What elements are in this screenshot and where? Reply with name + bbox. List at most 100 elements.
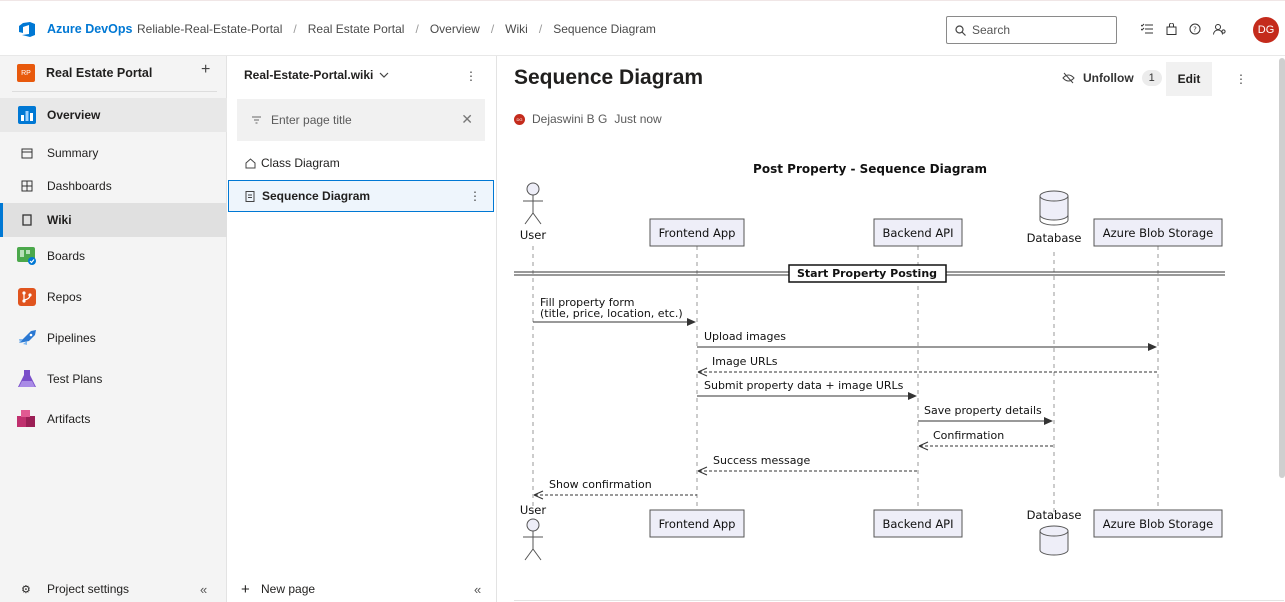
unfollow-label: Unfollow [1083,71,1134,85]
wiki-icon [17,210,37,230]
sidebar-item-label: Boards [47,249,86,263]
tree-item-label: Class Diagram [261,156,340,170]
breadcrumb-project[interactable]: Real Estate Portal [308,22,405,36]
author-name[interactable]: Dejaswini B G [532,112,607,126]
sidebar-item-label: Overview [47,108,101,122]
brand-link[interactable]: Azure DevOps [47,22,132,36]
edit-button[interactable]: Edit [1166,62,1212,96]
plus-icon[interactable]: + [241,581,250,598]
breadcrumb-separator: / [490,22,495,36]
filter-icon [252,116,261,124]
message-fill-property-form: Fill property form (title, price, locati… [533,296,696,326]
divider-start-property-posting: Start Property Posting [514,264,1225,283]
sidebar-item-repos[interactable]: Repos [0,280,227,314]
svg-text:Image URLs: Image URLs [712,355,778,368]
svg-text:Upload images: Upload images [704,330,786,343]
wiki-tree-pane: Real-Estate-Portal.wiki ⋮ Enter page tit… [228,56,497,602]
user-avatar[interactable]: DG [1253,17,1279,43]
participant-database-bottom: Database [1027,508,1082,556]
search-icon [955,24,966,36]
svg-text:User: User [520,503,546,517]
sidebar-item-summary[interactable]: Summary [0,136,227,170]
breadcrumb-overview[interactable]: Overview [430,22,480,36]
breadcrumb-separator: / [538,22,543,36]
svg-text:Backend API: Backend API [882,226,953,240]
project-sidebar: RP Real Estate Portal + Overview Summary… [0,56,227,602]
unfollow-button[interactable]: Unfollow 1 [1062,70,1162,86]
pipelines-icon [17,328,37,348]
participant-frontend-app-top: Frontend App [649,218,745,247]
search-box[interactable]: Search [946,16,1117,44]
breadcrumb: Reliable-Real-Estate-Portal / Real Estat… [137,22,656,36]
follower-count: 1 [1141,70,1162,86]
breadcrumb-separator: / [293,22,297,36]
page-filter-input[interactable]: Enter page title ✕ [237,99,485,141]
project-settings-row: ⚙ Project settings « [0,576,227,602]
sidebar-item-boards[interactable]: Boards [0,239,227,273]
marketplace-bag-icon[interactable] [1164,21,1178,37]
sidebar-item-dashboards[interactable]: Dashboards [0,169,227,203]
sidebar-item-overview[interactable]: Overview [0,98,227,132]
author-avatar: DG [514,113,525,125]
unfollow-icon [1062,72,1075,84]
task-list-icon[interactable] [1140,21,1154,37]
sidebar-item-label: Test Plans [47,372,103,386]
participant-frontend-app-bottom: Frontend App [649,509,745,538]
svg-text:(title, price, location, etc.): (title, price, location, etc.) [540,307,683,320]
user-settings-icon[interactable] [1212,21,1226,37]
gear-icon[interactable]: ⚙ [21,583,31,596]
svg-text:?: ? [1193,26,1197,34]
svg-text:Backend API: Backend API [882,517,953,531]
sidebar-item-label: Wiki [47,213,72,227]
wiki-content: Sequence Diagram Unfollow 1 Edit ⋮ DG De… [497,56,1285,602]
sidebar-item-label: Artifacts [47,412,91,426]
azure-devops-logo-icon[interactable] [19,22,35,37]
svg-text:Frontend App: Frontend App [659,226,736,240]
project-badge: RP [17,64,35,82]
message-success-message: Success message [697,454,918,476]
collapse-sidebar-icon[interactable]: « [200,582,207,597]
page-title: Sequence Diagram [514,66,704,89]
participant-backend-api-bottom: Backend API [873,509,963,538]
wiki-selector[interactable]: Real-Estate-Portal.wiki [244,68,389,82]
tree-item-sequence-diagram[interactable]: Sequence Diagram ⋮ [228,180,494,212]
author-line: DG Dejaswini B G Just now [514,112,662,126]
project-settings-link[interactable]: Project settings [47,582,129,596]
collapse-tree-icon[interactable]: « [474,582,481,597]
tree-item-more-icon[interactable]: ⋮ [469,189,481,203]
participant-user-top: User [520,182,546,242]
wiki-more-icon[interactable]: ⋮ [465,69,477,83]
tree-item-class-diagram[interactable]: Class Diagram [228,147,494,179]
sidebar-item-wiki[interactable]: Wiki [0,203,227,237]
breadcrumb-organization[interactable]: Reliable-Real-Estate-Portal [137,22,282,36]
breadcrumb-page[interactable]: Sequence Diagram [553,22,656,36]
boards-icon [17,246,37,266]
svg-text:User: User [520,228,546,242]
project-header[interactable]: RP Real Estate Portal [17,64,152,82]
breadcrumb-wiki[interactable]: Wiki [505,22,528,36]
dashboards-icon [17,176,37,196]
page-scrollbar[interactable] [1279,58,1285,478]
svg-text:Save property details: Save property details [924,404,1042,417]
participant-database-top: Database [1027,190,1082,245]
participant-azure-blob-storage-bottom: Azure Blob Storage [1093,509,1223,538]
svg-text:Start Property Posting: Start Property Posting [797,267,937,280]
sidebar-item-test-plans[interactable]: Test Plans [0,362,227,396]
participant-backend-api-top: Backend API [873,218,963,247]
sidebar-item-artifacts[interactable]: Artifacts [0,402,227,436]
artifacts-icon [17,409,37,429]
breadcrumb-separator: / [415,22,419,36]
help-icon[interactable]: ? [1188,21,1202,37]
top-icons: ? [1140,21,1226,37]
add-icon[interactable]: + [201,61,210,79]
sidebar-item-pipelines[interactable]: Pipelines [0,321,227,355]
message-submit-property-data: Submit property data + image URLs [697,379,917,400]
page-more-icon[interactable]: ⋮ [1235,72,1247,86]
svg-text:Database: Database [1027,231,1082,245]
svg-text:Azure Blob Storage: Azure Blob Storage [1103,517,1213,531]
svg-text:Frontend App: Frontend App [659,517,736,531]
new-page-button[interactable]: New page [261,582,315,596]
clear-filter-icon[interactable]: ✕ [461,111,473,128]
svg-text:Database: Database [1027,508,1082,522]
wiki-name: Real-Estate-Portal.wiki [244,68,374,82]
